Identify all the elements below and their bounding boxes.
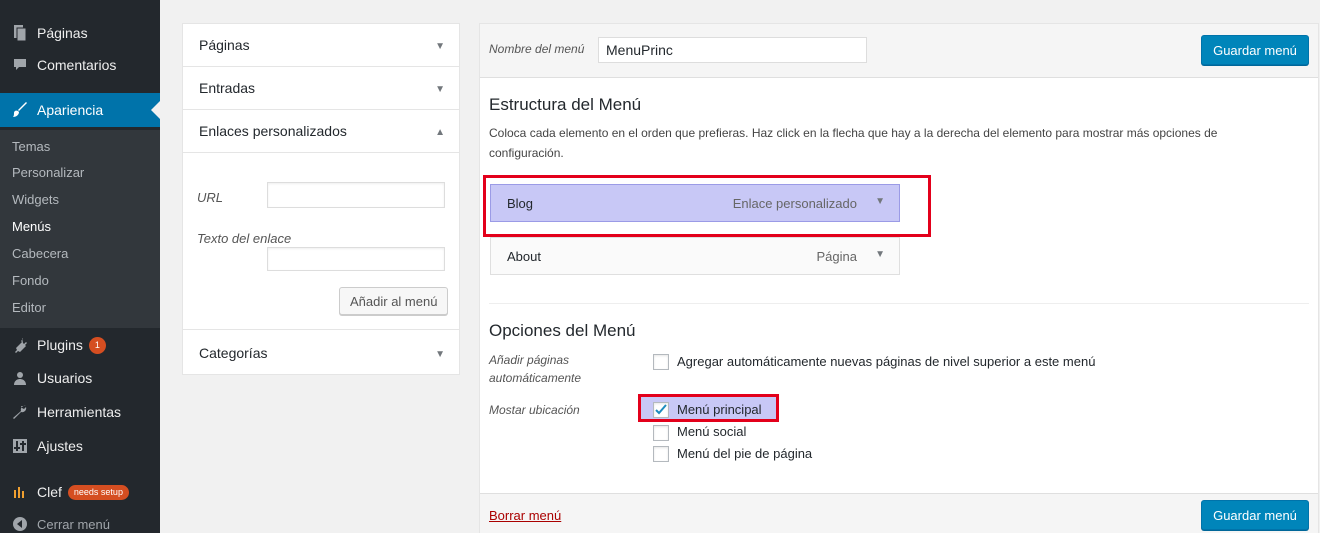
- chevron-down-icon[interactable]: ▼: [875, 249, 885, 260]
- menu-structure-title: Estructura del Menú: [489, 95, 642, 114]
- submenu-item-menus[interactable]: Menús: [12, 219, 51, 234]
- menu-item-title: Blog: [507, 196, 534, 211]
- chevron-down-icon[interactable]: ▼: [435, 349, 445, 360]
- link-text-input[interactable]: [267, 247, 445, 271]
- url-input[interactable]: [267, 182, 445, 208]
- sidebar-item-comments[interactable]: Comentarios: [0, 48, 160, 82]
- menu-locations-label: Mostar ubicación: [489, 403, 580, 417]
- submenu-item-widgets[interactable]: Widgets: [12, 192, 59, 207]
- add-to-menu-button[interactable]: Añadir al menú: [339, 287, 449, 315]
- sidebar-item-label: Comentarios: [37, 57, 117, 73]
- plug-icon: [12, 337, 28, 353]
- needs-setup-badge: needs setup: [67, 484, 129, 500]
- menu-editor-footer: Borrar menú Guardar menú: [480, 493, 1318, 533]
- pages-icon: [12, 25, 28, 41]
- menu-structure-description: Coloca cada elemento en el orden que pre…: [489, 126, 1218, 160]
- chevron-down-icon[interactable]: ▼: [435, 41, 445, 52]
- accordion-section-pages[interactable]: Páginas ▼: [183, 24, 459, 67]
- chevron-down-icon[interactable]: ▼: [435, 84, 445, 95]
- wrench-icon: [12, 404, 28, 420]
- location-social-label: Menú social: [677, 424, 747, 439]
- accordion-title: Entradas: [199, 80, 256, 96]
- auto-add-pages-label: Añadir páginas automáticamente: [489, 353, 582, 385]
- sidebar-item-label: Cerrar menú: [37, 516, 110, 532]
- sidebar-item-plugins[interactable]: Plugins 1: [0, 328, 160, 362]
- menu-settings-title: Opciones del Menú: [489, 321, 636, 340]
- sidebar-item-label: Apariencia: [37, 102, 104, 118]
- chevron-down-icon[interactable]: ▼: [875, 196, 885, 207]
- sidebar-item-label: Plugins: [37, 337, 83, 353]
- comments-icon: [12, 57, 28, 73]
- accordion-section-custom-links[interactable]: Enlaces personalizados ▲: [183, 110, 459, 153]
- sidebar-item-settings[interactable]: Ajustes: [0, 429, 160, 463]
- appearance-submenu: Temas Personalizar Widgets Menús Cabecer…: [0, 130, 160, 328]
- update-count-badge: 1: [88, 336, 106, 354]
- users-icon: [12, 370, 28, 386]
- sidebar-item-users[interactable]: Usuarios: [0, 361, 160, 395]
- accordion-title: Páginas: [199, 37, 250, 53]
- sidebar-item-pages[interactable]: Páginas: [0, 16, 160, 50]
- checkmark-icon: [655, 404, 667, 415]
- submenu-item-background[interactable]: Fondo: [12, 273, 49, 288]
- menu-item-blog[interactable]: Blog Enlace personalizado ▼: [490, 184, 900, 222]
- current-menu-arrow: [151, 101, 160, 119]
- delete-menu-link[interactable]: Borrar menú: [489, 508, 561, 523]
- sidebar-item-label: Páginas: [37, 25, 88, 41]
- sidebar-item-label: Clef: [37, 484, 62, 500]
- submenu-item-themes[interactable]: Temas: [12, 139, 50, 154]
- accordion-section-categories[interactable]: Categorías ▼: [183, 329, 459, 374]
- sidebar-item-clef[interactable]: Clef needs setup: [0, 475, 160, 509]
- admin-sidebar: Páginas Comentarios Apariencia Temas Per…: [0, 0, 160, 533]
- collapse-menu-button[interactable]: Cerrar menú: [0, 507, 160, 533]
- auto-add-pages-option: Agregar automáticamente nuevas páginas d…: [677, 354, 1096, 369]
- submenu-item-editor[interactable]: Editor: [12, 300, 46, 315]
- menu-editor-header: Nombre del menú Guardar menú: [480, 24, 1318, 78]
- sidebar-item-label: Usuarios: [37, 370, 93, 386]
- sidebar-item-label: Herramientas: [37, 404, 122, 420]
- settings-icon: [12, 438, 28, 454]
- save-menu-button-bottom[interactable]: Guardar menú: [1201, 500, 1309, 530]
- menu-editor: Nombre del menú Guardar menú Estructura …: [479, 23, 1319, 533]
- menu-item-type: Enlace personalizado: [732, 196, 857, 211]
- menu-item-about[interactable]: About Página ▼: [490, 237, 900, 275]
- collapse-icon: [12, 516, 28, 532]
- link-text-label: Texto del enlace: [197, 231, 292, 246]
- menu-item-type: Página: [816, 249, 857, 264]
- accordion-title: Enlaces personalizados: [199, 123, 347, 139]
- sidebar-item-label: Ajustes: [37, 438, 83, 454]
- sidebar-item-tools[interactable]: Herramientas: [0, 395, 160, 429]
- menu-name-label: Nombre del menú: [489, 42, 585, 56]
- location-primary-label: Menú principal: [677, 402, 762, 417]
- submenu-item-customize[interactable]: Personalizar: [12, 165, 84, 180]
- save-menu-button[interactable]: Guardar menú: [1201, 35, 1309, 65]
- menu-item-title: About: [507, 249, 541, 264]
- url-label: URL: [197, 190, 224, 205]
- location-social-checkbox[interactable]: [653, 425, 669, 441]
- section-divider: [489, 303, 1309, 304]
- location-footer-label: Menú del pie de página: [677, 446, 813, 461]
- brush-icon: [12, 102, 28, 118]
- auto-add-pages-checkbox[interactable]: [653, 354, 669, 370]
- location-primary-checkbox[interactable]: [653, 402, 669, 418]
- menu-name-input[interactable]: [598, 37, 867, 63]
- sidebar-item-appearance[interactable]: Apariencia: [0, 93, 160, 127]
- chevron-up-icon[interactable]: ▲: [435, 127, 445, 138]
- accordion-section-posts[interactable]: Entradas ▼: [183, 67, 459, 110]
- submenu-item-header[interactable]: Cabecera: [12, 246, 68, 261]
- custom-links-body: URL Texto del enlace Añadir al menú: [183, 153, 459, 329]
- add-menu-items-panel: Páginas ▼ Entradas ▼ Enlaces personaliza…: [182, 23, 460, 375]
- accordion-title: Categorías: [199, 345, 268, 361]
- clef-logo-icon: [12, 484, 28, 500]
- location-footer-checkbox[interactable]: [653, 446, 669, 462]
